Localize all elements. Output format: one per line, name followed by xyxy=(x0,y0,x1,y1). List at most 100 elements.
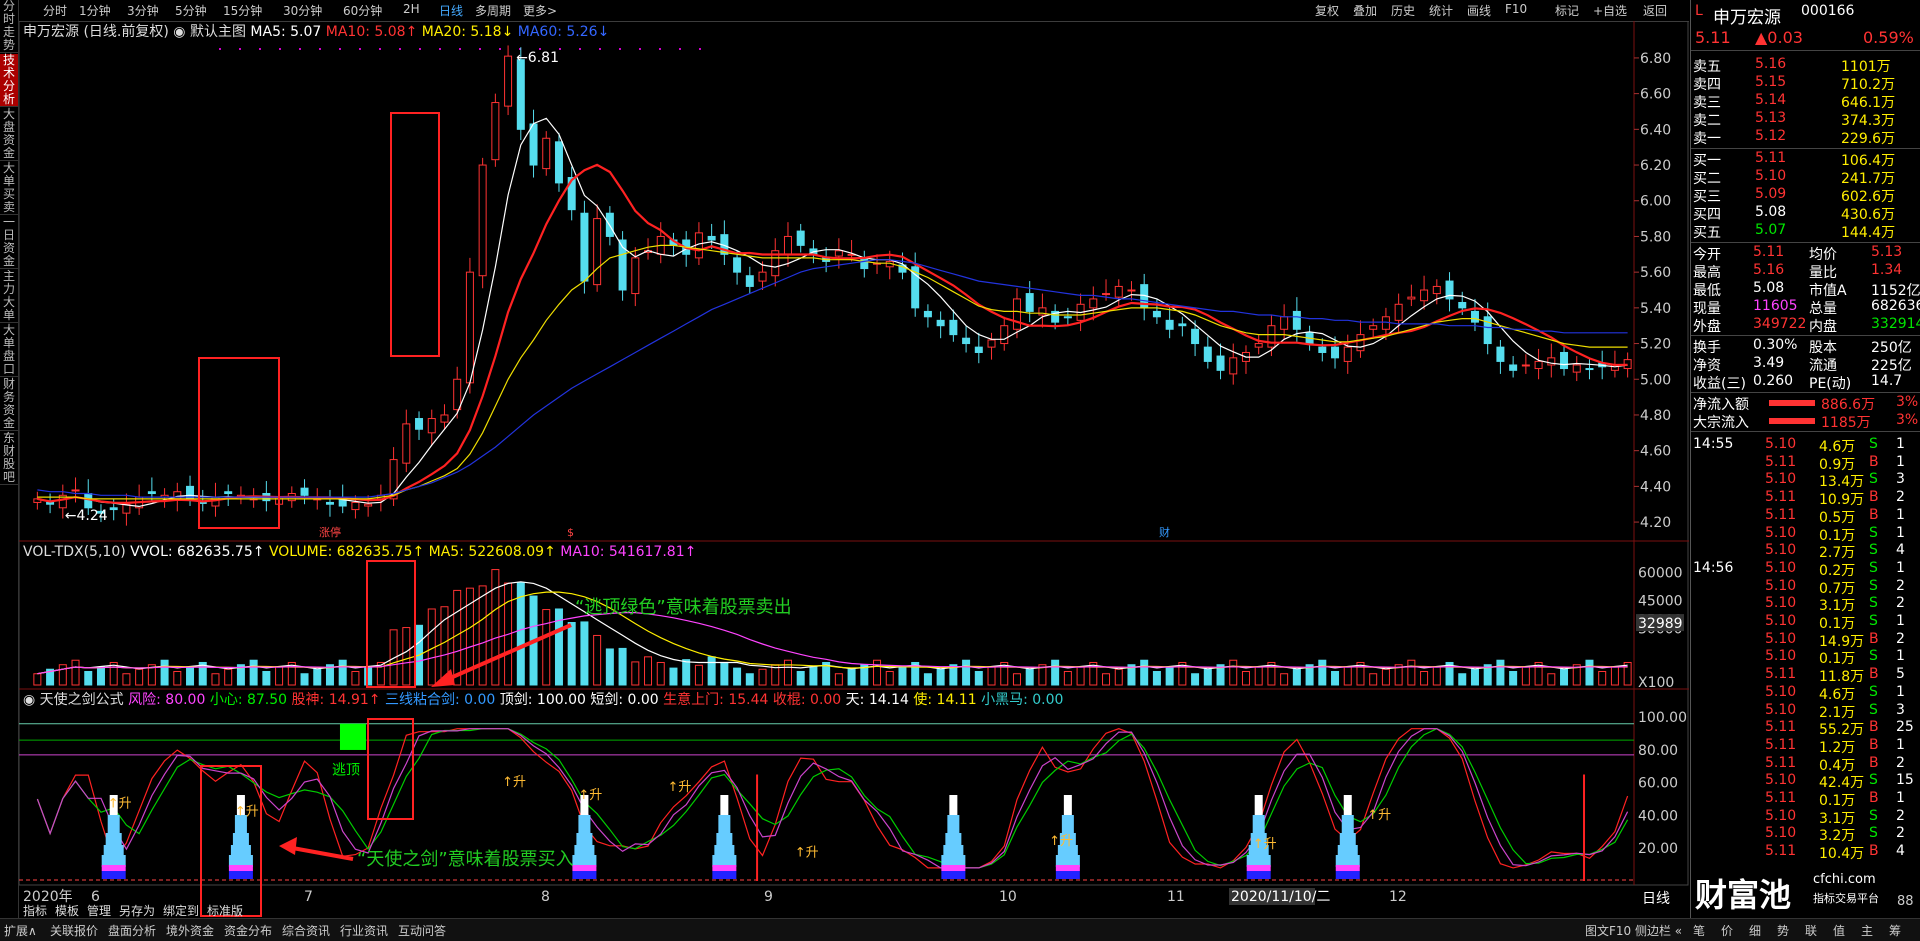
toolbar-button[interactable]: 统计 xyxy=(1429,2,1453,19)
sidebar-tab[interactable]: 大单盘口 xyxy=(0,324,18,377)
volume-bar xyxy=(1560,668,1569,686)
toolbar-button[interactable]: F10 xyxy=(1505,2,1527,16)
logo-text: 财富池 xyxy=(1695,876,1792,914)
sidebar-tab[interactable]: 一日资金 xyxy=(0,216,18,269)
volume-bar xyxy=(1496,659,1505,686)
quote-cell: 5.10 xyxy=(1765,701,1797,718)
volume-bar xyxy=(1381,668,1390,686)
period-button[interactable]: 多周期 xyxy=(475,2,511,19)
quote-panel: L 申万宏源 000166 5.11 ▲0.03 0.59% 卖五 5.16 1101万 卖四 5.… xyxy=(1690,0,1920,918)
toolbar-button[interactable]: 返回 xyxy=(1643,2,1667,19)
quote-cell: S xyxy=(1869,524,1878,541)
bottom-tab[interactable]: 行业资讯 xyxy=(340,922,388,939)
volume-bar xyxy=(1025,668,1034,686)
tick-tab[interactable]: 筹 xyxy=(1889,922,1901,939)
period-button[interactable]: 3分钟 xyxy=(127,2,159,19)
osc-red-line xyxy=(36,728,1629,869)
quote-cell: 1185万 xyxy=(1821,415,1871,431)
angel-sword-tip xyxy=(1343,795,1352,815)
quote-cell: 1 xyxy=(1896,524,1905,541)
chart-area[interactable]: 申万宏源 (日线.前复权) ◉ 默认主图 MA5: 5.07 MA10: 5.0… xyxy=(19,21,1689,918)
quote-cell: 5.10 xyxy=(1765,542,1797,559)
volume-bar xyxy=(402,627,411,686)
angel-sword-base xyxy=(101,871,126,879)
quote-cell: 1 xyxy=(1896,436,1905,452)
dot-mark xyxy=(659,48,661,50)
tick-tab[interactable]: 值 xyxy=(1833,922,1845,939)
quote-row: 最高 5.16 量比 1.34 xyxy=(1691,262,1920,281)
osc-magenta-line xyxy=(36,728,1629,869)
sidebar-tab[interactable]: 东财股吧 xyxy=(0,432,18,485)
bottom-tab[interactable]: 资金分布 xyxy=(224,922,272,939)
bottom-right-tabs[interactable]: 图文F10 侧边栏 « xyxy=(1585,922,1682,939)
bottom-tab[interactable]: 关联报价 xyxy=(50,922,98,939)
rise-signal: ↑升 xyxy=(108,796,132,811)
candle xyxy=(987,339,996,348)
candle xyxy=(1585,368,1594,371)
quote-cell: 5.10 xyxy=(1765,807,1797,824)
candle xyxy=(593,218,602,286)
tick-tab[interactable]: 联 xyxy=(1805,922,1817,939)
sidebar-tab[interactable]: 财务资金 xyxy=(0,378,18,431)
bottom-tab[interactable]: 扩展∧ xyxy=(4,922,37,939)
angel-sword-base xyxy=(101,865,126,871)
quote-cell: 886.6万 xyxy=(1821,397,1876,413)
candle xyxy=(516,59,525,130)
quote-row: 5.10 2.1万 S 3 xyxy=(1691,701,1920,721)
quote-cell: 净流入额 xyxy=(1693,397,1749,413)
period-button[interactable]: 1分钟 xyxy=(79,2,111,19)
candle xyxy=(300,487,309,496)
y-tick-label: 6.40 xyxy=(1640,122,1671,138)
volume-bar xyxy=(733,667,742,686)
candle xyxy=(1000,325,1009,345)
quote-cell: B xyxy=(1869,630,1879,647)
candle xyxy=(580,212,589,282)
quote-row: 5.11 ▲0.03 0.59% xyxy=(1691,28,1920,47)
sidebar-tab[interactable]: 技术分析 xyxy=(0,54,18,107)
y-tick-label: 4.80 xyxy=(1640,408,1671,424)
buy-annotation: “天使之剑”意味着股票买入 xyxy=(357,849,574,870)
quote-cell: S xyxy=(1869,701,1878,718)
quote-cell: 5.10 xyxy=(1765,648,1797,665)
quote-row: 5.10 42.4万 S 15 xyxy=(1691,772,1920,791)
quote-cell: 5 xyxy=(1896,666,1905,683)
period-button[interactable]: 分时 xyxy=(43,2,67,19)
quote-row: 外盘 349722 内盘 332914 xyxy=(1691,316,1920,335)
sidebar-tab[interactable]: 大单买卖 xyxy=(0,162,18,215)
period-button[interactable]: 更多> xyxy=(523,2,557,19)
period-button[interactable]: 5分钟 xyxy=(175,2,207,19)
tick-tab[interactable]: 笔 xyxy=(1693,922,1705,939)
bottom-tab[interactable]: 互动问答 xyxy=(398,922,446,939)
sidebar-tab[interactable]: 分时走势 xyxy=(0,0,18,53)
quote-cell: 5.11 xyxy=(1755,150,1787,166)
toolbar-button[interactable]: +自选 xyxy=(1593,2,1627,19)
quote-cell: 卖三 xyxy=(1693,95,1721,111)
period-button[interactable]: 15分钟 xyxy=(223,2,262,19)
quote-cell: B xyxy=(1869,754,1879,771)
sidebar-tab[interactable]: 主力大单 xyxy=(0,270,18,323)
bottom-tab[interactable]: 盘面分析 xyxy=(108,922,156,939)
period-button[interactable]: 2H xyxy=(403,2,420,16)
tick-tab[interactable]: 细 xyxy=(1749,922,1761,939)
toolbar-button[interactable]: 画线 xyxy=(1467,2,1491,19)
quote-cell: S xyxy=(1869,648,1878,665)
period-button[interactable]: 60分钟 xyxy=(343,2,382,19)
tick-tab[interactable]: 主 xyxy=(1861,922,1873,939)
period-button[interactable]: 30分钟 xyxy=(283,2,322,19)
bottom-tab[interactable]: 综合资讯 xyxy=(282,922,330,939)
toolbar-button[interactable]: 历史 xyxy=(1391,2,1415,19)
quote-cell: S xyxy=(1869,825,1878,842)
tick-tab[interactable]: 势 xyxy=(1777,922,1789,939)
toolbar-button[interactable]: 复权 xyxy=(1315,2,1339,19)
bottom-tab[interactable]: 境外资金 xyxy=(166,922,214,939)
quote-cell: 买二 xyxy=(1693,171,1721,187)
dot-mark xyxy=(459,48,461,50)
toolbar-button[interactable]: 标记 xyxy=(1555,2,1579,19)
sidebar-tab[interactable]: 大盘资金 xyxy=(0,108,18,161)
tick-tab[interactable]: 价 xyxy=(1721,922,1733,939)
toolbar-button[interactable]: 叠加 xyxy=(1353,2,1377,19)
vol-ma5-line xyxy=(37,581,1628,675)
quote-cell: 5.10 xyxy=(1765,613,1797,629)
period-button[interactable]: 日线 xyxy=(439,2,463,19)
volume-bar xyxy=(84,670,93,686)
